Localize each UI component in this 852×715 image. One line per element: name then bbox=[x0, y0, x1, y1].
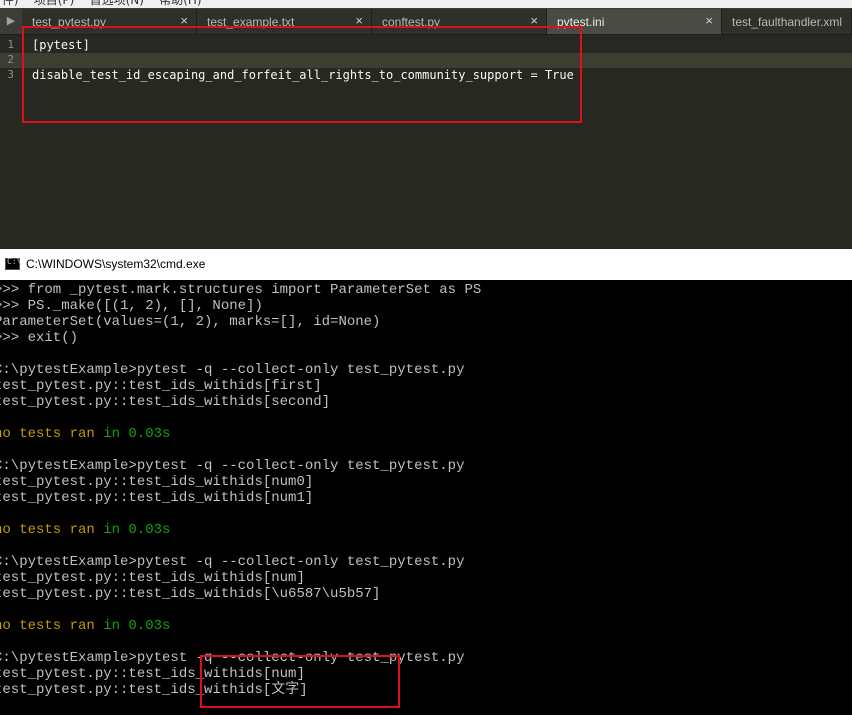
console-timing-text: in 0.03s bbox=[94, 522, 171, 538]
highlight-box-ini-setting bbox=[22, 26, 582, 123]
tab-label: test_faulthandler.xml bbox=[732, 15, 843, 29]
tab-scroll-arrow-icon[interactable]: ▶ bbox=[0, 8, 22, 34]
console-line: test_pytest.py::test_ids_withids[first] bbox=[0, 378, 322, 394]
console-line: ParameterSet(values=(1, 2), marks=[], id… bbox=[0, 314, 381, 330]
console-line: test_pytest.py::test_ids_withids[num] bbox=[0, 570, 305, 586]
highlight-box-unicode-id bbox=[200, 655, 400, 708]
line-number: 2 bbox=[7, 53, 14, 66]
console-line: >>> exit() bbox=[0, 330, 79, 346]
console-line: >>> from _pytest.mark.structures import … bbox=[0, 282, 482, 298]
console-status-text: no tests ran bbox=[0, 618, 95, 634]
line-gutter: 1 2 3 bbox=[0, 35, 22, 249]
console-line: test_pytest.py::test_ids_withids[second] bbox=[0, 394, 331, 410]
console-line: test_pytest.py::test_ids_withids[num0] bbox=[0, 474, 314, 490]
cmd-window-title: C:\WINDOWS\system32\cmd.exe bbox=[26, 257, 206, 271]
console-timing-text: in 0.03s bbox=[94, 618, 171, 634]
console-line: no tests ran in 0.03s bbox=[0, 426, 170, 442]
cmd-icon-text: C:\ bbox=[7, 257, 22, 266]
tab-close-icon[interactable]: × bbox=[705, 14, 713, 28]
console-line: test_pytest.py::test_ids_withids[\u6587\… bbox=[0, 586, 381, 602]
console-line: C:\pytestExample>pytest -q --collect-onl… bbox=[0, 458, 465, 474]
console-status-text: no tests ran bbox=[0, 426, 95, 442]
code-editor: ▶ test_pytest.py × test_example.txt × co… bbox=[0, 8, 852, 249]
console-line: C:\pytestExample>pytest -q --collect-onl… bbox=[0, 554, 465, 570]
console-line: no tests ran in 0.03s bbox=[0, 522, 170, 538]
menu-bar: 件) 项目(P) 首选项(N) 帮助(H) bbox=[0, 0, 852, 8]
console-line: C:\pytestExample>pytest -q --collect-onl… bbox=[0, 362, 465, 378]
line-number: 1 bbox=[7, 38, 14, 51]
console-timing-text: in 0.03s bbox=[94, 426, 171, 442]
console-line: test_pytest.py::test_ids_withids[num1] bbox=[0, 490, 314, 506]
tab-test-faulthandler-xml[interactable]: test_faulthandler.xml bbox=[722, 9, 852, 34]
console-line: no tests ran in 0.03s bbox=[0, 618, 170, 634]
cmd-window-icon: C:\ bbox=[5, 257, 22, 270]
console-status-text: no tests ran bbox=[0, 522, 95, 538]
line-number: 3 bbox=[7, 68, 14, 81]
cmd-console[interactable]: test_pytest.py::test_ids_withids[文字] test… bbox=[0, 280, 852, 715]
menu-bar-text[interactable]: 件) 项目(P) 首选项(N) 帮助(H) bbox=[0, 0, 202, 8]
console-line: >>> PS._make([(1, 2), [], None]) bbox=[0, 298, 263, 314]
